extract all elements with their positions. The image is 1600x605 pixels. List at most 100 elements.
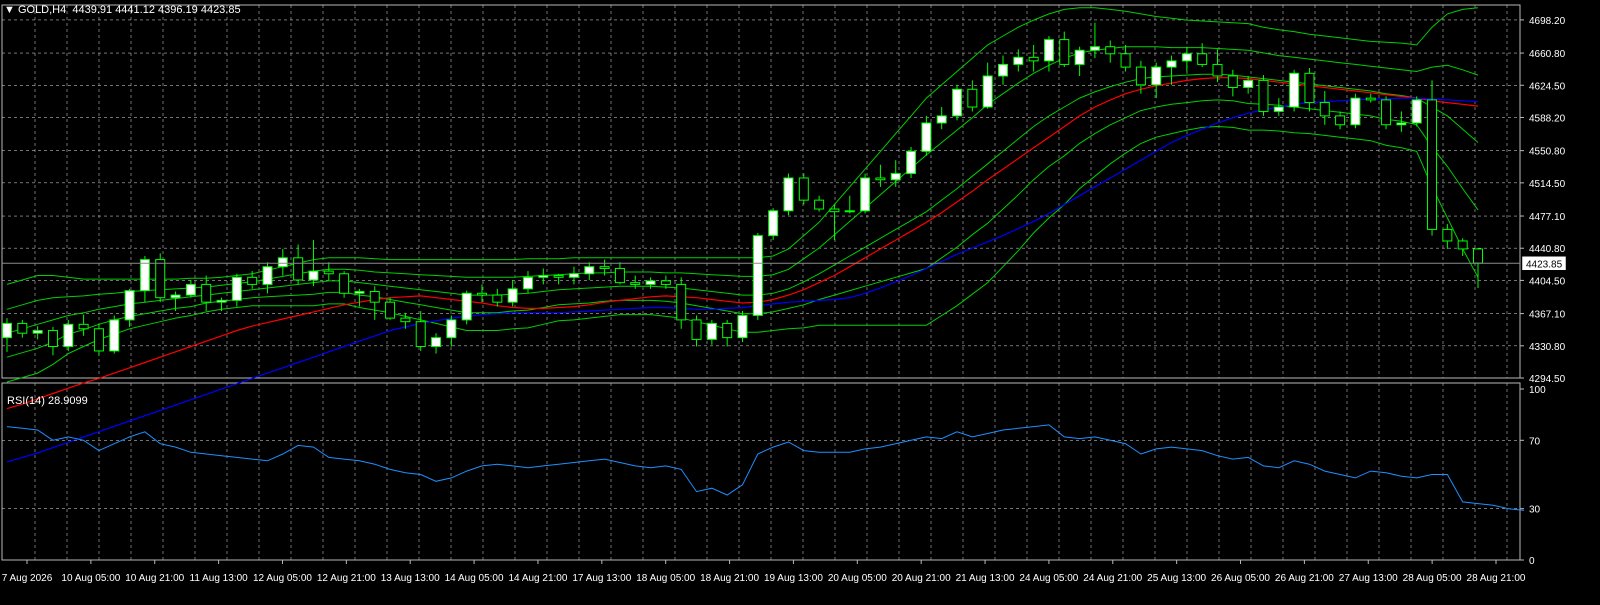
candle-body	[1319, 102, 1330, 117]
rsi-tick-label: 0	[1529, 556, 1535, 567]
rsi-tick-label: 70	[1529, 436, 1541, 447]
candle-body	[1089, 46, 1100, 51]
time-tick-label: 10 Aug 21:00	[125, 573, 184, 584]
candle-body	[17, 322, 28, 334]
price-tick-label: 4367.10	[1529, 310, 1566, 321]
symbol-label: GOLD,H4	[17, 4, 67, 16]
candle-body	[814, 199, 825, 210]
candles-group	[2, 22, 1483, 356]
candle-body	[1013, 56, 1024, 65]
rsi-tick-label: 100	[1529, 385, 1546, 396]
candle-body	[706, 322, 717, 340]
candle-body	[155, 259, 166, 299]
time-tick-label: 13 Aug 13:00	[381, 573, 440, 584]
candle-body	[1473, 248, 1483, 264]
candle-body	[1411, 99, 1422, 124]
candle-body	[844, 210, 855, 213]
candle-body	[1227, 75, 1238, 88]
time-tick-label: 18 Aug 21:00	[700, 573, 759, 584]
price-tick-label: 4550.80	[1529, 147, 1566, 158]
candle-body	[691, 319, 702, 340]
candle-body	[492, 294, 503, 303]
candle-body	[1396, 122, 1407, 126]
candle-body	[1304, 72, 1315, 104]
candle-body	[722, 322, 733, 339]
candle-body	[875, 177, 886, 181]
time-tick-label: 19 Aug 13:00	[764, 573, 823, 584]
chart-window: 4698.20 4660.80 4624.50 4588.20 4550.80 4514.…	[0, 0, 1600, 600]
symbol-dropdown-icon[interactable]: ▼	[4, 4, 15, 16]
time-tick-label: 28 Aug 21:00	[1467, 573, 1526, 584]
time-tick-label: 11 Aug 13:00	[190, 573, 249, 584]
candle-body	[2, 322, 12, 339]
band-upper-line	[6, 7, 1479, 285]
candle-body	[385, 301, 396, 319]
candle-body	[1028, 56, 1039, 62]
price-tick-label: 4588.20	[1529, 113, 1566, 124]
candle-body	[308, 270, 319, 281]
time-tick-label: 26 Aug 05:00	[1211, 573, 1270, 584]
candle-body	[1381, 99, 1392, 126]
ohlc-label: 4439.91 4441.12 4396.19 4423.85	[72, 4, 241, 16]
time-tick-label: 7 Aug 2026	[2, 573, 53, 584]
price-tick-label: 4404.50	[1529, 276, 1566, 287]
candle-body	[1335, 115, 1346, 126]
rsi-tick-label: 30	[1529, 505, 1541, 516]
candle-body	[1105, 46, 1116, 55]
band-mid-line	[6, 73, 1479, 334]
candle-body	[1043, 39, 1054, 62]
time-tick-label: 28 Aug 05:00	[1403, 573, 1462, 584]
candle-body	[1427, 99, 1438, 230]
candle-body	[262, 266, 273, 285]
candle-body	[982, 75, 993, 108]
time-tick-label: 21 Aug 13:00	[956, 573, 1015, 584]
candle-body	[676, 283, 687, 321]
price-tick-label: 4698.20	[1529, 16, 1566, 27]
candle-body	[446, 319, 457, 339]
candle-body	[890, 173, 901, 181]
candle-body	[1258, 79, 1269, 112]
candle-body	[1151, 66, 1162, 86]
candle-body	[339, 273, 350, 294]
candle-body	[247, 276, 258, 285]
candle-body	[1289, 72, 1300, 108]
candle-body	[737, 314, 748, 339]
rsi-line	[6, 424, 1525, 511]
candle-body	[1212, 63, 1223, 77]
candle-body	[63, 323, 74, 348]
time-tick-label: 14 Aug 21:00	[508, 573, 567, 584]
candle-body	[768, 210, 779, 237]
time-tick-label: 12 Aug 21:00	[317, 573, 376, 584]
candle-body	[906, 150, 917, 175]
candle-body	[584, 266, 595, 275]
time-tick-label: 18 Aug 05:00	[636, 573, 695, 584]
price-header: ▼ GOLD,H4 4439.91 4441.12 4396.19 4423.8…	[4, 4, 241, 16]
candle-body	[645, 280, 656, 285]
current-price-label: 4423.85	[1526, 259, 1563, 270]
candle-body	[568, 273, 579, 278]
price-panel-frame	[1, 4, 1521, 379]
candle-body	[630, 282, 641, 285]
candle-body	[124, 290, 135, 321]
time-tick-label: 20 Aug 05:00	[828, 573, 887, 584]
candle-body	[1273, 106, 1284, 112]
candle-body	[354, 291, 365, 294]
candle-body	[78, 323, 89, 330]
candle-body	[201, 283, 212, 303]
candle-body	[752, 235, 763, 316]
candle-body	[1350, 97, 1361, 126]
candle-body	[139, 259, 150, 292]
candle-body	[1442, 228, 1453, 242]
band-inner-upper-line	[6, 46, 1479, 310]
time-tick-label: 12 Aug 05:00	[253, 573, 312, 584]
candle-body	[1074, 49, 1085, 65]
candle-body	[967, 88, 978, 108]
candle-body	[323, 270, 334, 275]
candle-body	[1120, 53, 1131, 68]
candle-body	[1059, 39, 1070, 65]
candle-body	[860, 177, 871, 212]
candle-body	[1181, 53, 1192, 62]
candle-body	[553, 275, 564, 278]
candle-body	[1457, 240, 1468, 250]
chart-svg: 4698.20 4660.80 4624.50 4588.20 4550.80 4514.…	[1, 4, 1567, 584]
